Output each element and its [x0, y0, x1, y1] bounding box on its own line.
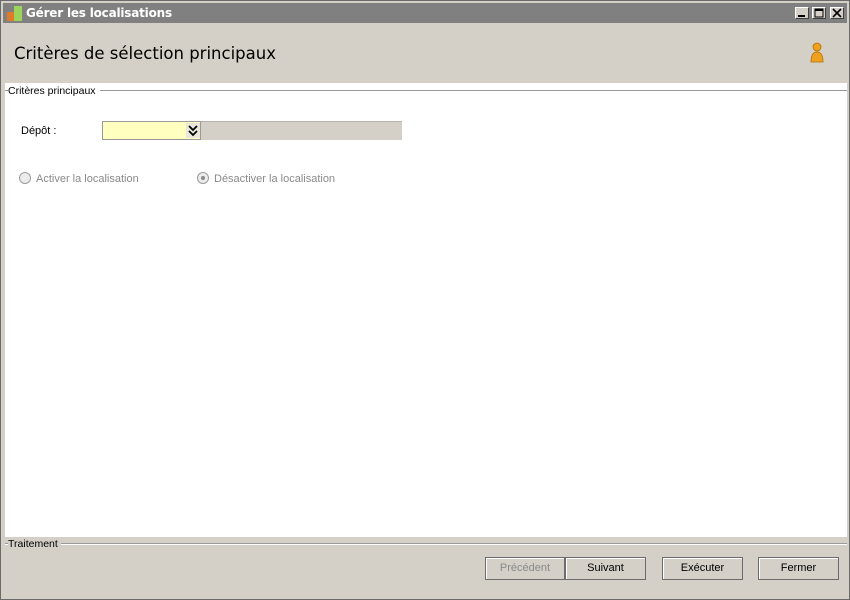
close-button[interactable]: Fermer — [758, 557, 839, 580]
radio-deactivate-label: Désactiver la localisation — [214, 173, 336, 185]
traitement-group-label: Traitement — [8, 538, 61, 550]
user-icon[interactable] — [809, 42, 825, 64]
criteria-panel: Critères principaux Dépôt : Activer la l… — [5, 83, 847, 537]
radio-deactivate[interactable]: Désactiver la localisation — [197, 172, 336, 185]
radio-activate-label: Activer la localisation — [36, 173, 139, 185]
radio-activate[interactable]: Activer la localisation — [19, 172, 139, 185]
app-logo-icon — [7, 6, 22, 21]
previous-button[interactable]: Précédent — [485, 557, 565, 580]
maximize-icon — [814, 8, 824, 18]
execute-button[interactable]: Exécuter — [662, 557, 743, 580]
radio-activate-circle[interactable] — [19, 172, 31, 185]
depot-dropdown-button[interactable] — [186, 123, 200, 138]
group-divider — [5, 90, 847, 91]
close-icon — [832, 8, 842, 18]
maximize-button[interactable] — [812, 7, 826, 19]
page-header: Critères de sélection principaux — [5, 24, 847, 83]
close-window-button[interactable] — [830, 7, 844, 19]
minimize-button[interactable] — [795, 7, 809, 19]
app-window: Gérer les localisations Critères de séle… — [0, 0, 850, 600]
double-chevron-down-icon — [188, 125, 198, 137]
title-bar[interactable]: Gérer les localisations — [3, 3, 847, 23]
radio-deactivate-circle[interactable] — [197, 172, 209, 185]
page-title: Critères de sélection principaux — [14, 44, 276, 63]
next-button[interactable]: Suivant — [565, 557, 646, 580]
criteria-group-label: Critères principaux — [8, 85, 100, 97]
footer-panel: Traitement Précédent Suivant Exécuter Fe… — [5, 537, 847, 597]
window-title: Gérer les localisations — [26, 6, 172, 20]
minimize-icon — [798, 15, 805, 17]
depot-label: Dépôt : — [21, 125, 57, 137]
footer-divider — [5, 543, 847, 545]
depot-description-field — [201, 121, 402, 140]
